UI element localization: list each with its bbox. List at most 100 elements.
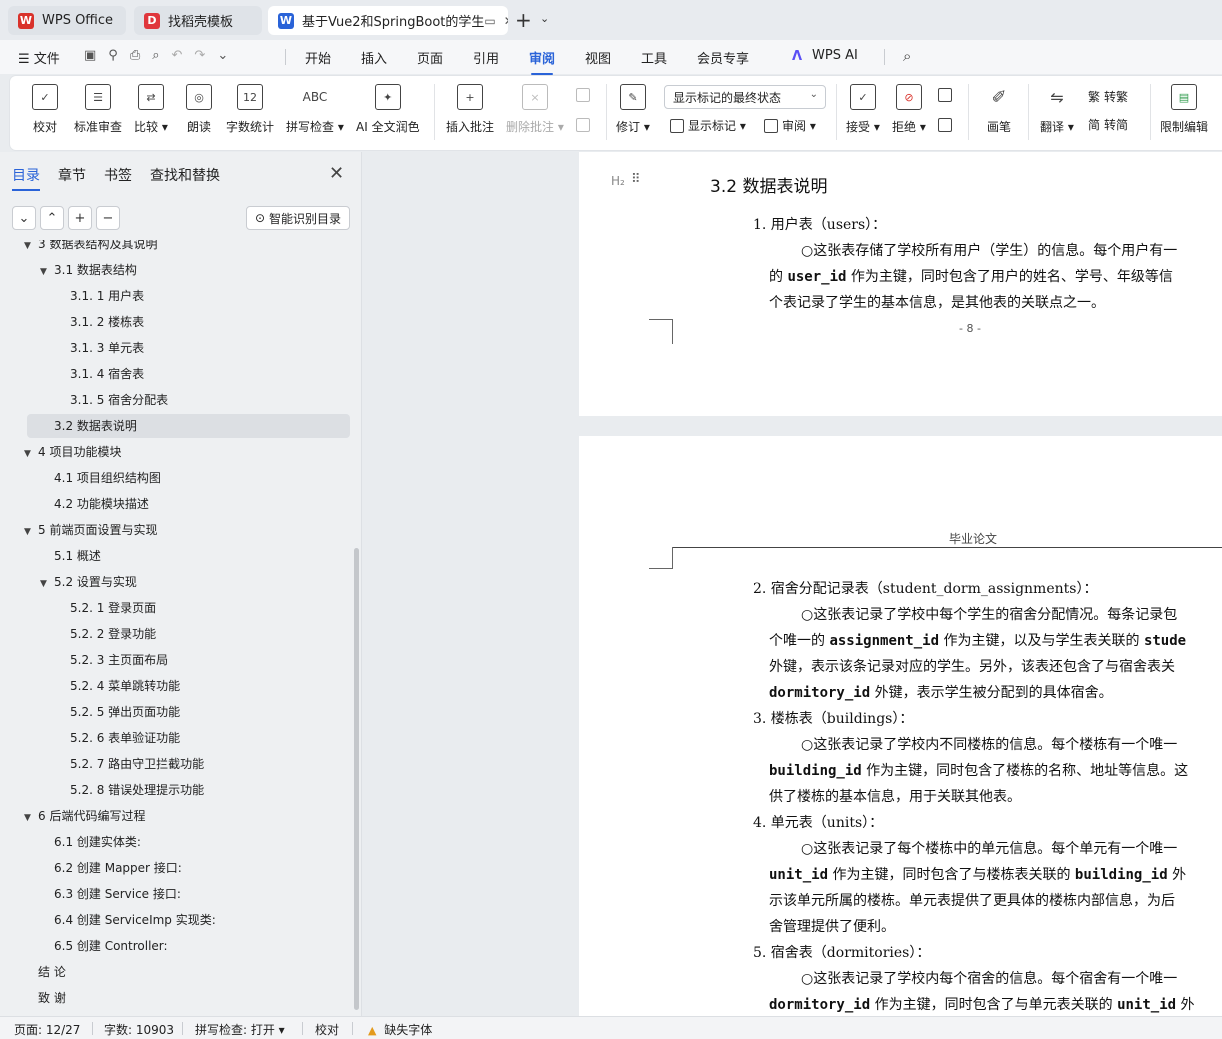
- word-count-indicator[interactable]: 字数: 10903: [104, 1021, 174, 1038]
- more-chevron-icon[interactable]: ⌄: [217, 48, 228, 63]
- to-simplified-button[interactable]: 简 转简: [1088, 116, 1128, 133]
- spell-check-button[interactable]: ABC 拼写检查 ▾: [286, 84, 344, 142]
- menu-member[interactable]: 会员专享: [697, 48, 749, 67]
- file-menu[interactable]: ☰ 文件: [18, 48, 60, 67]
- new-tab-icon[interactable]: +: [515, 8, 532, 32]
- toc-item[interactable]: 5.2. 6 表单验证功能: [56, 726, 180, 750]
- toc-item[interactable]: 5.1 概述: [40, 544, 101, 568]
- proofread-status[interactable]: 校对: [315, 1021, 339, 1038]
- tab-current-document[interactable]: W 基于Vue2和SpringBoot的学生 ▭ ✕: [268, 6, 508, 35]
- document-line[interactable]: 示该单元所属的楼栋。单元表提供了更具体的楼栋内部信息，为后: [769, 890, 1175, 910]
- collapse-triangle-icon[interactable]: ▼: [40, 572, 52, 596]
- toc-item[interactable]: ▼ 3.1 数据表结构: [40, 258, 137, 282]
- print-preview-icon[interactable]: ⌕: [152, 48, 159, 63]
- compare-button[interactable]: ⇄ 比较 ▾: [134, 84, 168, 142]
- toc-item[interactable]: 3.1. 3 单元表: [56, 336, 144, 360]
- document-line[interactable]: ○这张表存储了学校所有用户（学生）的信息。每个用户有一: [801, 240, 1177, 260]
- expand-plus-icon[interactable]: +: [68, 206, 92, 230]
- ai-polish-button[interactable]: ✦ AI 全文润色: [356, 84, 420, 142]
- toc-item[interactable]: ▼ 3 数据表结构及其说明: [24, 240, 157, 256]
- toc-item[interactable]: 3.2 数据表说明: [40, 414, 137, 438]
- collapse-triangle-icon[interactable]: ▼: [24, 806, 36, 830]
- toc-item[interactable]: ▼ 5 前端页面设置与实现: [24, 518, 157, 542]
- tab-list-chevron-icon[interactable]: ⌄: [540, 12, 549, 25]
- toc-item[interactable]: 3.1. 4 宿舍表: [56, 362, 144, 386]
- toc-item[interactable]: 5.2. 1 登录页面: [56, 596, 156, 620]
- document-line[interactable]: 3. 楼栋表（buildings）：: [753, 708, 913, 728]
- document-line[interactable]: 舍管理提供了便利。: [769, 916, 895, 936]
- toc-item[interactable]: 6.2 创建 Mapper 接口:: [40, 856, 182, 880]
- document-line[interactable]: 的 user_id 作为主键，同时包含了用户的姓名、学号、年级等信: [769, 266, 1173, 286]
- document-line[interactable]: ○这张表记录了学校内不同楼栋的信息。每个楼栋有一个唯一: [801, 734, 1177, 754]
- nav-tab-bookmarks[interactable]: 书签: [104, 165, 132, 185]
- proofread-button[interactable]: ✓ 校对: [32, 84, 58, 142]
- collapse-triangle-icon[interactable]: ▼: [24, 520, 36, 544]
- monitor-icon[interactable]: ▭: [484, 14, 495, 28]
- menu-view[interactable]: 视图: [585, 48, 611, 67]
- menu-page[interactable]: 页面: [417, 48, 443, 67]
- nav-tab-toc[interactable]: 目录: [12, 165, 40, 191]
- collapse-triangle-icon[interactable]: ▼: [40, 260, 52, 284]
- standard-review-button[interactable]: ☰ 标准审查: [74, 84, 122, 142]
- toc-item[interactable]: 4.1 项目组织结构图: [40, 466, 161, 490]
- toc-item[interactable]: 3.1. 1 用户表: [56, 284, 144, 308]
- toc-item[interactable]: 结 论: [24, 960, 66, 984]
- toc-item[interactable]: 3.1. 2 楼栋表: [56, 310, 144, 334]
- menu-insert[interactable]: 插入: [361, 48, 387, 67]
- toc-item[interactable]: 5.2. 3 主页面布局: [56, 648, 168, 672]
- page-indicator[interactable]: 页面: 12/27: [14, 1021, 80, 1038]
- document-line[interactable]: dormitory_id 外键，表示学生被分配到的具体宿舍。: [769, 682, 1113, 702]
- print-icon[interactable]: ⎙: [130, 48, 140, 63]
- chevron-down-icon[interactable]: ⌄: [12, 206, 36, 230]
- toc-item[interactable]: 5.2. 4 菜单跳转功能: [56, 674, 180, 698]
- document-line[interactable]: 5. 宿舍表（dormitories）：: [753, 942, 930, 962]
- nav-tab-find-replace[interactable]: 查找和替换: [150, 165, 220, 185]
- document-line[interactable]: 4. 单元表（units）：: [753, 812, 883, 832]
- search-icon[interactable]: ⌕: [903, 47, 911, 65]
- delete-comment-button[interactable]: × 删除批注 ▾: [506, 84, 564, 142]
- next-change-icon[interactable]: [938, 118, 952, 132]
- document-line[interactable]: 个唯一的 assignment_id 作为主键，以及与学生表关联的 stude: [769, 630, 1186, 650]
- missing-font-status[interactable]: ▲ 缺失字体: [368, 1021, 432, 1038]
- to-traditional-button[interactable]: 繁 转繁: [1088, 88, 1128, 105]
- document-line[interactable]: 供了楼栋的基本信息，用于关联其他表。: [769, 786, 1021, 806]
- close-icon[interactable]: ✕: [329, 163, 344, 184]
- read-aloud-button[interactable]: ◎ 朗读: [186, 84, 212, 142]
- toc-item[interactable]: 4.2 功能模块描述: [40, 492, 149, 516]
- toc-item[interactable]: 5.2. 8 错误处理提示功能: [56, 778, 204, 802]
- spell-check-status[interactable]: 拼写检查: 打开 ▾: [195, 1021, 285, 1038]
- close-tab-icon[interactable]: ✕: [504, 14, 508, 28]
- track-changes-button[interactable]: ✎ 修订 ▾: [616, 84, 650, 142]
- document-line[interactable]: dormitory_id 作为主键，同时包含了与单元表关联的 unit_id 外: [769, 994, 1195, 1014]
- toc-item[interactable]: 6.4 创建 ServiceImp 实现类:: [40, 908, 216, 932]
- pen-button[interactable]: ✐ 画笔: [986, 84, 1012, 142]
- toc-item[interactable]: 5.2. 2 登录功能: [56, 622, 156, 646]
- toc-item[interactable]: 6.1 创建实体类:: [40, 830, 141, 854]
- menu-home[interactable]: 开始: [305, 48, 331, 67]
- prev-change-icon[interactable]: [938, 88, 952, 102]
- word-count-button[interactable]: 12 字数统计: [226, 84, 274, 142]
- review-pane-button[interactable]: 审阅 ▾: [764, 117, 816, 134]
- show-markup-button[interactable]: 显示标记 ▾: [670, 117, 746, 134]
- toc-item[interactable]: 3.1. 5 宿舍分配表: [56, 388, 168, 412]
- nav-tab-chapters[interactable]: 章节: [58, 165, 86, 185]
- restrict-editing-button[interactable]: ▤ 限制编辑: [1160, 84, 1208, 142]
- collapse-triangle-icon[interactable]: ▼: [24, 240, 36, 258]
- collapse-minus-icon[interactable]: −: [96, 206, 120, 230]
- document-line[interactable]: 1. 用户表（users）：: [753, 214, 886, 234]
- document-line[interactable]: ○这张表记录了学校中每个学生的宿舍分配情况。每条记录包: [801, 604, 1177, 624]
- document-line[interactable]: 2. 宿舍分配记录表（student_dorm_assignments）：: [753, 578, 1097, 598]
- share-icon[interactable]: ⚲: [108, 48, 118, 63]
- undo-icon[interactable]: ↶: [172, 48, 183, 63]
- menu-review[interactable]: 审阅: [529, 48, 555, 75]
- save-icon[interactable]: ▣: [84, 48, 96, 63]
- redo-icon[interactable]: ↷: [194, 48, 205, 63]
- menu-tools[interactable]: 工具: [641, 48, 667, 67]
- menu-references[interactable]: 引用: [473, 48, 499, 67]
- document-line[interactable]: building_id 作为主键，同时包含了楼栋的名称、地址等信息。这: [769, 760, 1188, 780]
- translate-button[interactable]: ⇋ 翻译 ▾: [1040, 84, 1074, 142]
- toc-item[interactable]: ▼ 5.2 设置与实现: [40, 570, 137, 594]
- accept-button[interactable]: ✓ 接受 ▾: [846, 84, 880, 142]
- document-line[interactable]: 外键，表示该条记录对应的学生。另外，该表还包含了与宿舍表关: [769, 656, 1175, 676]
- toc-item[interactable]: 6.3 创建 Service 接口:: [40, 882, 181, 906]
